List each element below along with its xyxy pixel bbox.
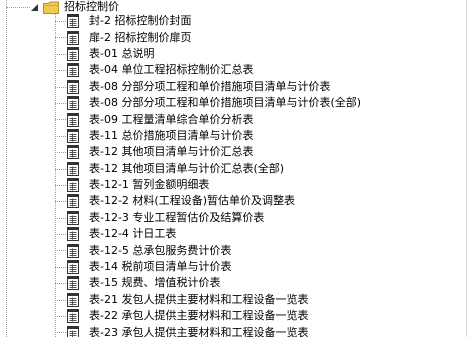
tree-connector-item: [55, 102, 66, 104]
report-tree: 招标控制价 封-2 招标控制价封面 扉-2 招标控制价扉页 表-01 总说明 表…: [0, 0, 469, 337]
report-item-label: 表-11 总价措施项目清单与计价表: [89, 128, 254, 142]
report-item-label: 表-04 单位工程招标控制价汇总表: [89, 63, 254, 77]
tree-connector-item: [55, 152, 66, 154]
report-item-label: 表-12-5 总承包服务费计价表: [89, 243, 232, 257]
report-item-label: 表-23 承包人提供主要材料和工程设备一览表: [89, 325, 309, 337]
panel-border: [466, 0, 467, 337]
tree-connector-item: [55, 332, 66, 334]
report-item[interactable]: 表-12-4 计日工表: [55, 226, 363, 242]
table-document-icon: [67, 292, 79, 307]
report-item[interactable]: 表-14 税前项目清单与计价表: [55, 259, 363, 275]
report-item[interactable]: 表-21 发包人提供主要材料和工程设备一览表: [55, 292, 363, 308]
table-document-icon: [67, 325, 79, 337]
table-document-icon: [67, 63, 79, 78]
table-document-icon: [67, 161, 79, 176]
tree-connector-item: [55, 184, 66, 186]
tree-connector-item: [55, 70, 66, 72]
report-item-label: 表-09 工程量清单综合单价分析表: [89, 112, 254, 126]
table-document-icon: [67, 30, 79, 45]
tree-connector-item: [55, 316, 66, 318]
report-item-label: 表-12-3 专业工程暂估价及结算价表: [89, 210, 265, 224]
report-item[interactable]: 表-22 承包人提供主要材料和工程设备一览表: [55, 308, 363, 324]
tree-connector-item: [55, 266, 66, 268]
report-item[interactable]: 表-15 规费、增值税计价表: [55, 275, 363, 291]
report-item-label: 表-22 承包人提供主要材料和工程设备一览表: [89, 309, 309, 323]
tree-connector-item: [55, 250, 66, 252]
table-document-icon: [67, 14, 79, 29]
table-document-icon: [67, 243, 79, 258]
table-document-icon: [67, 128, 79, 143]
tree-connector-item: [55, 86, 66, 88]
report-item[interactable]: 表-12-1 暂列金额明细表: [55, 177, 363, 193]
tree-connector-item: [55, 299, 66, 301]
report-item-label: 扉-2 招标控制价扉页: [89, 30, 192, 44]
tree-connector-item: [55, 234, 66, 236]
report-item[interactable]: 扉-2 招标控制价扉页: [55, 29, 363, 45]
table-document-icon: [67, 309, 79, 324]
report-item[interactable]: 表-12-2 材料(工程设备)暂估单价及调整表: [55, 193, 363, 209]
report-item-label: 表-21 发包人提供主要材料和工程设备一览表: [89, 292, 309, 306]
tree-connector-item: [55, 135, 66, 137]
report-item[interactable]: 表-12 其他项目清单与计价汇总表(全部): [55, 161, 363, 177]
tree-connector-item: [55, 283, 66, 285]
tree-connector-item: [55, 217, 66, 219]
report-item[interactable]: 表-04 单位工程招标控制价汇总表: [55, 62, 363, 78]
report-item-label: 表-12 其他项目清单与计价汇总表: [89, 145, 254, 159]
table-document-icon: [67, 112, 79, 127]
report-item-label: 表-15 规费、增值税计价表: [89, 276, 221, 290]
report-item[interactable]: 表-01 总说明: [55, 46, 363, 62]
table-document-icon: [67, 227, 79, 242]
report-item[interactable]: 表-23 承包人提供主要材料和工程设备一览表: [55, 324, 363, 337]
folder-icon: [43, 1, 59, 14]
tree-connector-item: [55, 201, 66, 203]
tree-connector-item: [55, 37, 66, 39]
tree-connector-item: [55, 21, 66, 22]
tree-connector-item: [55, 168, 66, 170]
report-item-label: 表-08 分部分项工程和单价措施项目清单与计价表(全部): [89, 96, 362, 110]
report-item-label: 表-12-1 暂列金额明细表: [89, 178, 210, 192]
table-document-icon: [67, 96, 79, 111]
table-document-icon: [67, 276, 79, 291]
report-item-label: 表-14 税前项目清单与计价表: [89, 260, 232, 274]
table-document-icon: [67, 260, 79, 275]
report-item-label: 表-12-2 材料(工程设备)暂估单价及调整表: [89, 194, 296, 208]
report-item[interactable]: 表-09 工程量清单综合单价分析表: [55, 111, 363, 127]
expanded-triangle-icon[interactable]: [30, 3, 39, 12]
tree-connector-item: [55, 119, 66, 121]
report-item[interactable]: 表-08 分部分项工程和单价措施项目清单与计价表: [55, 79, 363, 95]
table-document-icon: [67, 178, 79, 193]
tree-connector-inner: [55, 14, 56, 337]
table-document-icon: [67, 210, 79, 225]
report-item-label: 封-2 招标控制价封面: [89, 14, 192, 28]
report-item[interactable]: 表-12-3 专业工程暂估价及结算价表: [55, 210, 363, 226]
report-item-label: 表-12 其他项目清单与计价汇总表(全部): [89, 161, 285, 175]
table-document-icon: [67, 79, 79, 94]
folder-label: 招标控制价: [64, 0, 119, 13]
report-item[interactable]: 表-11 总价措施项目清单与计价表: [55, 128, 363, 144]
report-item[interactable]: 封-2 招标控制价封面: [55, 13, 363, 29]
table-document-icon: [67, 194, 79, 209]
report-item-label: 表-12-4 计日工表: [89, 227, 177, 241]
table-document-icon: [67, 46, 79, 61]
report-item[interactable]: 表-12-5 总承包服务费计价表: [55, 242, 363, 258]
report-item-label: 表-08 分部分项工程和单价措施项目清单与计价表: [89, 79, 331, 93]
table-document-icon: [67, 145, 79, 160]
folder-node-zhaobiao[interactable]: 招标控制价: [30, 0, 121, 14]
tree-connector-outer: [6, 0, 7, 337]
tree-connector-folder: [6, 7, 30, 8]
report-item-label: 表-01 总说明: [89, 46, 155, 60]
tree-connector-item: [55, 53, 66, 55]
report-item[interactable]: 表-12 其他项目清单与计价汇总表: [55, 144, 363, 160]
report-item[interactable]: 表-08 分部分项工程和单价措施项目清单与计价表(全部): [55, 95, 363, 111]
report-list: 封-2 招标控制价封面 扉-2 招标控制价扉页 表-01 总说明 表-04 单位…: [55, 13, 363, 337]
